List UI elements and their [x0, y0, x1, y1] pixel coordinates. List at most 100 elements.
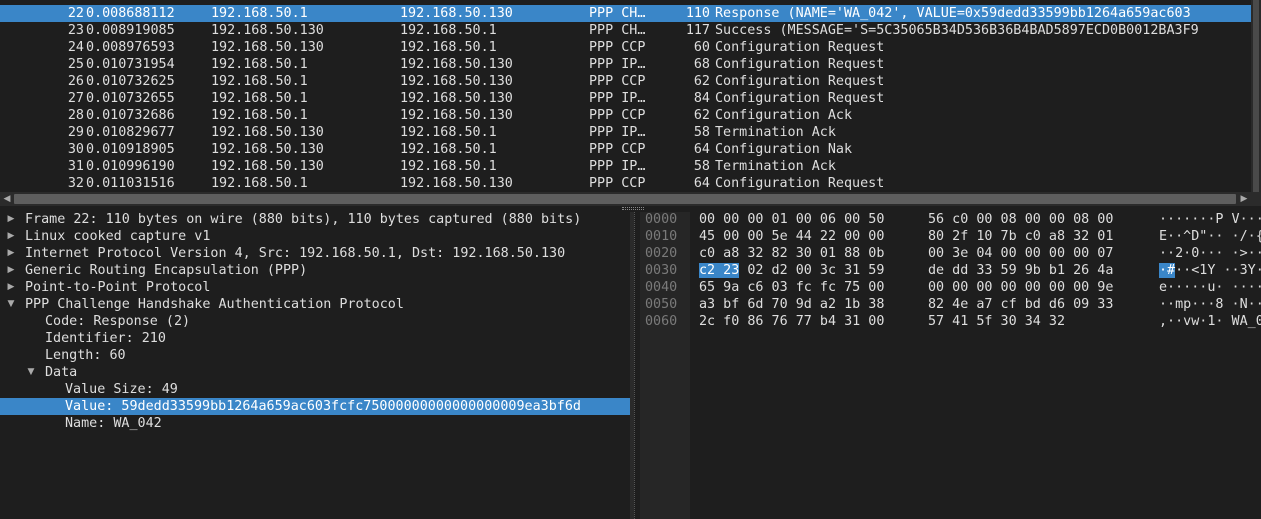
packet-time: 0.010996190	[86, 159, 175, 174]
packet-protocol: PPP CH…	[589, 6, 646, 21]
bytes-row[interactable]: 0030 c2 23 02 d2 00 3c 31 59 de dd 33 59 9…	[640, 262, 1261, 279]
detail-tree-label: Value Size: 49	[65, 382, 178, 397]
expand-right-icon[interactable]: ▶	[5, 228, 17, 245]
scroll-right-arrow-icon[interactable]: ▶	[1237, 192, 1251, 206]
expand-right-icon[interactable]: ▶	[5, 279, 17, 296]
bytes-row[interactable]: 0050 a3 bf 6d 70 9d a2 1b 38 82 4e a7 cf b…	[640, 296, 1261, 313]
packet-row[interactable]: 26 0.010732625 192.168.50.1 192.168.50.130 P…	[0, 73, 1251, 90]
expand-right-icon[interactable]: ▶	[5, 262, 17, 279]
bytes-row[interactable]: 0040 65 9a c6 03 fc fc 75 00 00 00 00 00 0…	[640, 279, 1261, 296]
detail-tree-item[interactable]: Identifier: 210	[0, 330, 630, 347]
hex-bytes-first-half[interactable]: 65 9a c6 03 fc fc 75 00	[699, 279, 884, 296]
hex-bytes-first-half[interactable]: a3 bf 6d 70 9d a2 1b 38	[699, 296, 884, 313]
packet-source: 192.168.50.1	[211, 91, 308, 106]
scroll-left-arrow-icon[interactable]: ◀	[0, 192, 14, 206]
packet-source: 192.168.50.130	[211, 40, 324, 55]
detail-tree-item[interactable]: Value Size: 49	[0, 381, 630, 398]
packet-row[interactable]: 29 0.010829677 192.168.50.130 192.168.50.1 P…	[0, 124, 1251, 141]
details-bytes-divider[interactable]	[634, 212, 638, 519]
byte-offset: 0050	[645, 297, 678, 312]
splitter-grip-icon[interactable]	[622, 207, 644, 210]
packet-length: 58	[693, 159, 710, 174]
ascii-text: ··2·0··· ·>······	[1159, 246, 1261, 261]
hex-bytes-second-half[interactable]: 00 3e 04 00 00 00 00 07	[928, 245, 1113, 262]
packet-protocol: PPP CCP	[589, 176, 646, 191]
packet-time: 0.008976593	[86, 40, 175, 55]
byte-offset: 0040	[645, 280, 678, 295]
ascii-bytes[interactable]: e·····u· ········	[1159, 279, 1261, 296]
detail-tree-item[interactable]: ▼ PPP Challenge Handshake Authentication …	[0, 296, 630, 313]
packet-details-tree[interactable]: ▶ Frame 22: 110 bytes on wire (880 bits),…	[0, 212, 630, 519]
bytes-row[interactable]: 0060 2c f0 86 76 77 b4 31 00 57 41 5f 30 3…	[640, 313, 1261, 330]
packet-protocol: PPP CCP	[589, 40, 646, 55]
hex-bytes-first-half[interactable]: 2c f0 86 76 77 b4 31 00	[699, 313, 884, 330]
detail-tree-item[interactable]: ▶ Internet Protocol Version 4, Src: 192.1…	[0, 245, 630, 262]
hex-bytes-second-half[interactable]: 56 c0 00 08 00 00 08 00	[928, 212, 1113, 228]
hex-bytes-first-half[interactable]: c2 23 02 d2 00 3c 31 59	[699, 262, 884, 279]
packet-row[interactable]: 23 0.008919085 192.168.50.130 192.168.50.1 P…	[0, 22, 1251, 39]
detail-tree-label: Point-to-Point Protocol	[25, 280, 211, 295]
ascii-bytes[interactable]: ,··vw·1· WA_042	[1159, 313, 1261, 330]
packet-list-horizontal-scroll-thumb[interactable]	[14, 194, 1236, 204]
byte-offset: 0030	[645, 263, 678, 278]
hex-bytes-first-half[interactable]: c0 a8 32 82 30 01 88 0b	[699, 245, 884, 262]
packet-protocol: PPP CCP	[589, 108, 646, 123]
hex-highlight[interactable]: c2 23	[699, 263, 740, 278]
expand-right-icon[interactable]: ▶	[5, 212, 17, 228]
hex-bytes-text: 65 9a c6 03 fc fc 75 00	[699, 280, 885, 295]
packet-row[interactable]: 32 0.011031516 192.168.50.1 192.168.50.130 P…	[0, 175, 1251, 192]
packet-row[interactable]: 28 0.010732686 192.168.50.1 192.168.50.130 P…	[0, 107, 1251, 124]
packet-protocol: PPP CCP	[589, 142, 646, 157]
ascii-bytes[interactable]: ··mp···8 ·N·····3	[1159, 296, 1261, 313]
detail-tree-label: Frame 22: 110 bytes on wire (880 bits), …	[25, 212, 582, 227]
hex-bytes-second-half[interactable]: 82 4e a7 cf bd d6 09 33	[928, 296, 1113, 313]
detail-tree-label: Value: 59dedd33599bb1264a659ac603fcfc750…	[65, 399, 581, 414]
hex-bytes-second-half[interactable]: 57 41 5f 30 34 32	[928, 313, 1065, 330]
detail-tree-item[interactable]: Value: 59dedd33599bb1264a659ac603fcfc750…	[0, 398, 630, 415]
hex-bytes-first-half[interactable]: 45 00 00 5e 44 22 00 00	[699, 228, 884, 245]
ascii-highlight[interactable]: ·#	[1159, 263, 1176, 278]
bytes-row[interactable]: 0000 00 00 00 01 00 06 00 50 56 c0 00 08 0…	[640, 212, 1261, 228]
packet-row[interactable]: 31 0.010996190 192.168.50.130 192.168.50.1 P…	[0, 158, 1251, 175]
packet-bytes-pane[interactable]: 0000 00 00 00 01 00 06 00 50 56 c0 00 08 0…	[640, 212, 1261, 519]
detail-tree-item[interactable]: Length: 60	[0, 347, 630, 364]
packet-info: Configuration Nak	[715, 142, 853, 157]
packet-time: 0.010829677	[86, 125, 175, 140]
hex-bytes-second-half[interactable]: 00 00 00 00 00 00 00 9e	[928, 279, 1113, 296]
hex-bytes-second-half[interactable]: 80 2f 10 7b c0 a8 32 01	[928, 228, 1113, 245]
packet-row[interactable]: 25 0.010731954 192.168.50.1 192.168.50.130 P…	[0, 56, 1251, 73]
expand-down-icon[interactable]: ▼	[5, 296, 17, 313]
detail-tree-item[interactable]: ▶ Linux cooked capture v1	[0, 228, 630, 245]
detail-tree-item[interactable]: Code: Response (2)	[0, 313, 630, 330]
detail-tree-item[interactable]: ▼ Data	[0, 364, 630, 381]
detail-tree-item[interactable]: ▶ Point-to-Point Protocol	[0, 279, 630, 296]
detail-tree-label: Code: Response (2)	[45, 314, 191, 329]
hex-bytes-second-half[interactable]: de dd 33 59 9b b1 26 4a	[928, 262, 1113, 279]
packet-time: 0.010732686	[86, 108, 175, 123]
hex-bytes-text: 00 00 00 01 00 06 00 50	[699, 212, 885, 227]
expand-down-icon[interactable]: ▼	[25, 364, 37, 381]
bytes-row[interactable]: 0020 c0 a8 32 82 30 01 88 0b 00 3e 04 00 0…	[640, 245, 1261, 262]
detail-tree-item[interactable]: Name: WA_042	[0, 415, 630, 432]
packet-list[interactable]: 22 0.008688112 192.168.50.1 192.168.50.130 P…	[0, 0, 1251, 192]
bytes-row[interactable]: 0010 45 00 00 5e 44 22 00 00 80 2f 10 7b c…	[640, 228, 1261, 245]
packet-info: Termination Ack	[715, 159, 836, 174]
byte-offset: 0060	[645, 314, 678, 329]
packet-list-vertical-scroll-thumb[interactable]	[1253, 0, 1259, 192]
packet-source: 192.168.50.130	[211, 159, 324, 174]
expand-right-icon[interactable]: ▶	[5, 245, 17, 262]
ascii-bytes[interactable]: ·#··<1Y ··3Y··&J	[1159, 262, 1261, 279]
packet-row[interactable]: 30 0.010918905 192.168.50.130 192.168.50.1 P…	[0, 141, 1251, 158]
packet-info: Configuration Ack	[715, 108, 853, 123]
detail-tree-item[interactable]: ▶ Generic Routing Encapsulation (PPP)	[0, 262, 630, 279]
packet-row[interactable]: 22 0.008688112 192.168.50.1 192.168.50.130 P…	[0, 5, 1251, 22]
hex-bytes-first-half[interactable]: 00 00 00 01 00 06 00 50	[699, 212, 884, 228]
packet-row[interactable]: 27 0.010732655 192.168.50.1 192.168.50.130 P…	[0, 90, 1251, 107]
ascii-bytes[interactable]: ··2·0··· ·>······	[1159, 245, 1261, 262]
ascii-bytes[interactable]: E··^D"·· ·/·{··2·	[1159, 228, 1261, 245]
packet-row[interactable]: 24 0.008976593 192.168.50.130 192.168.50.1 P…	[0, 39, 1251, 56]
ascii-bytes[interactable]: ·······P V·······	[1159, 212, 1261, 228]
packet-info: Configuration Request	[715, 40, 885, 55]
detail-tree-item[interactable]: ▶ Frame 22: 110 bytes on wire (880 bits),…	[0, 212, 630, 228]
ascii-text: ··<1Y ··3Y··&J	[1175, 263, 1261, 278]
